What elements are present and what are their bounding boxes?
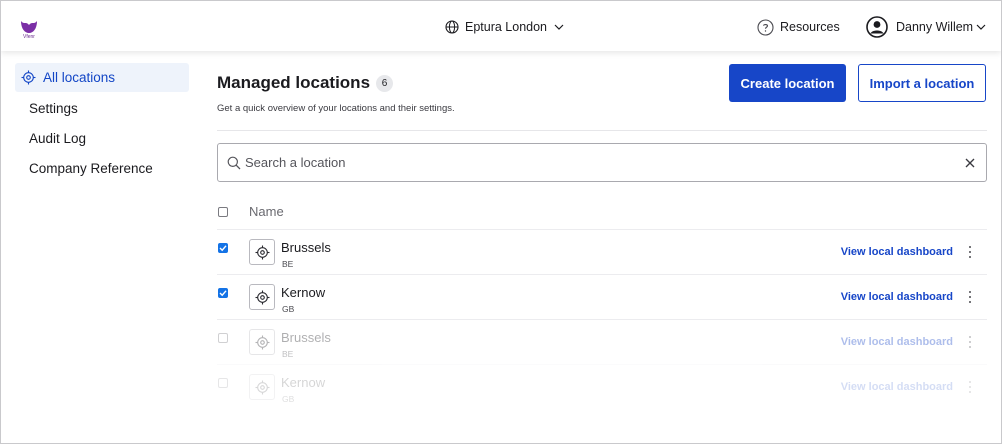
globe-icon (445, 20, 459, 34)
location-name: Brussels (281, 330, 331, 345)
table-header: Name (217, 194, 987, 230)
sidebar-item-label: Company Reference (29, 160, 153, 176)
location-country-code: BE (282, 259, 294, 269)
sidebar-item-settings[interactable]: Settings (15, 93, 189, 123)
sidebar: All locations Settings Audit Log Company… (15, 63, 189, 183)
table-row[interactable]: Brussels BE View local dashboard (217, 230, 987, 275)
row-checkbox[interactable] (218, 288, 228, 298)
target-icon (255, 245, 269, 259)
sidebar-item-audit-log[interactable]: Audit Log (15, 123, 189, 153)
location-switcher-label: Eptura London (465, 20, 548, 34)
row-checkbox[interactable] (218, 378, 228, 388)
location-switcher[interactable]: Eptura London (445, 17, 565, 37)
user-name: Danny Willem (896, 20, 974, 34)
page-header: Managed locations 6 (217, 73, 394, 93)
location-name: Brussels (281, 240, 331, 255)
view-local-dashboard-link[interactable]: View local dashboard (841, 336, 953, 348)
sidebar-item-label: All locations (43, 70, 116, 85)
location-icon (249, 374, 275, 400)
target-icon (255, 380, 269, 394)
table-row[interactable]: Kernow GB View local dashboard (217, 365, 987, 410)
close-icon[interactable] (964, 157, 976, 169)
location-country-code: GB (282, 394, 295, 404)
location-name: Kernow (281, 285, 326, 300)
target-icon (21, 70, 36, 85)
search-box (217, 143, 987, 182)
sidebar-item-label: Settings (29, 100, 78, 116)
kebab-menu-icon[interactable] (967, 379, 973, 395)
page-title: Managed locations (217, 73, 371, 92)
resources-link[interactable]: Resources (757, 17, 840, 37)
search-icon (227, 156, 241, 169)
column-header-name: Name (249, 204, 284, 219)
import-location-button[interactable]: Import a location (858, 64, 986, 102)
kebab-menu-icon[interactable] (967, 244, 973, 260)
user-avatar-icon (866, 16, 888, 38)
location-country-code: BE (282, 349, 294, 359)
page-subtitle: Get a quick overview of your locations a… (217, 103, 455, 114)
resources-label: Resources (780, 20, 840, 34)
location-count-badge: 6 (376, 74, 394, 92)
top-bar: Vfenr Eptura London Resources Danny Will… (1, 1, 1001, 51)
select-all-checkbox[interactable] (218, 206, 228, 217)
help-circle-icon (757, 18, 774, 36)
location-icon (249, 284, 275, 310)
divider (217, 130, 987, 131)
search-input[interactable] (245, 155, 945, 170)
app-window: Vfenr Eptura London Resources Danny Will… (0, 0, 1002, 444)
location-icon (249, 239, 275, 265)
table-row[interactable]: Kernow GB View local dashboard (217, 275, 987, 320)
target-icon (255, 290, 269, 304)
table-row[interactable]: Brussels BE View local dashboard (217, 320, 987, 365)
brand-logo-text: Vfenr (23, 34, 35, 40)
create-location-button[interactable]: Create location (729, 64, 846, 102)
checkmark-icon (219, 245, 227, 252)
row-checkbox[interactable] (218, 333, 228, 343)
target-icon (255, 335, 269, 349)
view-local-dashboard-link[interactable]: View local dashboard (841, 381, 953, 393)
view-local-dashboard-link[interactable]: View local dashboard (841, 246, 953, 258)
sidebar-item-company-reference[interactable]: Company Reference (15, 153, 189, 183)
user-menu[interactable]: Danny Willem (866, 15, 987, 39)
location-country-code: GB (282, 304, 295, 314)
row-checkbox[interactable] (218, 243, 228, 253)
kebab-menu-icon[interactable] (967, 334, 973, 350)
sidebar-item-label: Audit Log (29, 130, 87, 146)
chevron-down-icon (976, 24, 986, 30)
location-icon (249, 329, 275, 355)
sidebar-item-all-locations[interactable]: All locations (15, 63, 189, 92)
view-local-dashboard-link[interactable]: View local dashboard (841, 291, 953, 303)
chevron-down-icon (554, 24, 564, 30)
locations-table: Name Brussels BE View local dashboard Ke… (217, 194, 987, 410)
location-name: Kernow (281, 375, 326, 390)
checkmark-icon (219, 290, 227, 297)
kebab-menu-icon[interactable] (967, 289, 973, 305)
